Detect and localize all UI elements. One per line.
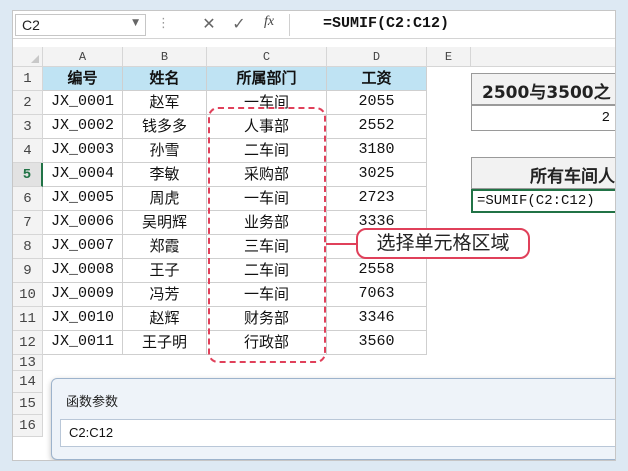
cell-id[interactable]: JX_0004: [43, 163, 123, 187]
cell-dept[interactable]: 行政部: [207, 331, 327, 355]
cell-dept[interactable]: 人事部: [207, 115, 327, 139]
cell-dept[interactable]: 三车间: [207, 235, 327, 259]
insert-function-icon[interactable]: fx: [258, 14, 280, 34]
row-header-16[interactable]: 16: [13, 415, 43, 437]
row-header-6[interactable]: 6: [13, 187, 43, 211]
range-input-value: C2:C12: [69, 425, 114, 440]
cell-name[interactable]: 赵辉: [123, 307, 207, 331]
header-cell-id[interactable]: 编号: [43, 67, 123, 91]
cell-id[interactable]: JX_0007: [43, 235, 123, 259]
dialog-title: 函数参数: [66, 395, 119, 410]
cell-salary[interactable]: 3346: [327, 307, 427, 331]
header-cell-salary[interactable]: 工资: [327, 67, 427, 91]
column-header-c[interactable]: C: [207, 47, 327, 67]
range-value-text: 2: [601, 110, 610, 126]
formula-input[interactable]: =SUMIF(C2:C12): [323, 14, 449, 34]
formula-divider: [289, 14, 290, 36]
cell-dept[interactable]: 业务部: [207, 211, 327, 235]
callout-label: 选择单元格区域: [356, 228, 530, 259]
cell-id[interactable]: JX_0002: [43, 115, 123, 139]
row-header-13[interactable]: 13: [13, 355, 43, 371]
formula-bar: C2 ▼ ⋮ ✕ ✓ fx =SUMIF(C2:C12): [13, 11, 615, 39]
column-header-a[interactable]: A: [43, 47, 123, 67]
cell-dept[interactable]: 二车间: [207, 259, 327, 283]
column-header-d[interactable]: D: [327, 47, 427, 67]
column-header-f[interactable]: [471, 47, 615, 67]
cell-salary[interactable]: 3560: [327, 331, 427, 355]
more-icon[interactable]: ⋮: [157, 16, 170, 31]
cell-dept[interactable]: 采购部: [207, 163, 327, 187]
range-label-text: 2500与3500之: [482, 83, 611, 103]
function-arguments-dialog: 函数参数 C2:C12: [51, 378, 615, 460]
row-header-8[interactable]: 8: [13, 235, 43, 259]
cell-name[interactable]: 周虎: [123, 187, 207, 211]
row-header-2[interactable]: 2: [13, 91, 43, 115]
cell-id[interactable]: JX_0010: [43, 307, 123, 331]
row-header-7[interactable]: 7: [13, 211, 43, 235]
row-header-3[interactable]: 3: [13, 115, 43, 139]
header-cell-dept[interactable]: 所属部门: [207, 67, 327, 91]
cell-name[interactable]: 王子: [123, 259, 207, 283]
row-header-11[interactable]: 11: [13, 307, 43, 331]
cell-salary[interactable]: 2055: [327, 91, 427, 115]
cell-id[interactable]: JX_0011: [43, 331, 123, 355]
cell-salary[interactable]: 3180: [327, 139, 427, 163]
cell-name[interactable]: 王子明: [123, 331, 207, 355]
row-header-14[interactable]: 14: [13, 371, 43, 393]
cell-id[interactable]: JX_0009: [43, 283, 123, 307]
range-value-cell[interactable]: 2: [471, 105, 615, 131]
row-header-1[interactable]: 1: [13, 67, 43, 91]
select-all-corner[interactable]: [13, 47, 43, 67]
cell-dept[interactable]: 二车间: [207, 139, 327, 163]
chevron-down-icon[interactable]: ▼: [132, 18, 139, 28]
row-header-9[interactable]: 9: [13, 259, 43, 283]
cell-salary[interactable]: 7063: [327, 283, 427, 307]
callout-connector: [326, 243, 356, 245]
cell-salary[interactable]: 2723: [327, 187, 427, 211]
row-header-5[interactable]: 5: [13, 163, 43, 187]
cell-id[interactable]: JX_0008: [43, 259, 123, 283]
row-header-12[interactable]: 12: [13, 331, 43, 355]
column-header-e[interactable]: E: [427, 47, 471, 67]
cell-salary[interactable]: 3025: [327, 163, 427, 187]
workshop-label-cell[interactable]: 所有车间人: [471, 157, 615, 189]
cell-name[interactable]: 郑霞: [123, 235, 207, 259]
cell-dept[interactable]: 一车间: [207, 187, 327, 211]
name-box[interactable]: C2 ▼: [15, 14, 146, 36]
active-formula-cell[interactable]: =SUMIF(C2:C12): [471, 189, 615, 213]
cell-salary[interactable]: 2552: [327, 115, 427, 139]
enter-icon[interactable]: ✓: [228, 14, 250, 34]
cell-id[interactable]: JX_0006: [43, 211, 123, 235]
column-header-b[interactable]: B: [123, 47, 207, 67]
active-formula-text: =SUMIF(C2:C12): [477, 193, 595, 209]
cell-name[interactable]: 李敏: [123, 163, 207, 187]
cell-name[interactable]: 吴明辉: [123, 211, 207, 235]
cell-salary[interactable]: 2558: [327, 259, 427, 283]
name-box-value: C2: [22, 17, 40, 33]
cell-id[interactable]: JX_0003: [43, 139, 123, 163]
range-label-cell[interactable]: 2500与3500之: [471, 73, 615, 105]
cell-name[interactable]: 孙雪: [123, 139, 207, 163]
row-header-10[interactable]: 10: [13, 283, 43, 307]
row-header-4[interactable]: 4: [13, 139, 43, 163]
cancel-icon[interactable]: ✕: [198, 14, 220, 34]
workshop-label-text: 所有车间人: [530, 167, 615, 187]
row-header-15[interactable]: 15: [13, 393, 43, 415]
cell-id[interactable]: JX_0001: [43, 91, 123, 115]
header-cell-name[interactable]: 姓名: [123, 67, 207, 91]
cell-id[interactable]: JX_0005: [43, 187, 123, 211]
cell-dept[interactable]: 一车间: [207, 91, 327, 115]
excel-window: C2 ▼ ⋮ ✕ ✓ fx =SUMIF(C2:C12) A B C D E 1…: [12, 10, 616, 461]
cell-name[interactable]: 赵军: [123, 91, 207, 115]
cell-name[interactable]: 钱多多: [123, 115, 207, 139]
cell-dept[interactable]: 一车间: [207, 283, 327, 307]
cell-name[interactable]: 冯芳: [123, 283, 207, 307]
range-input[interactable]: C2:C12: [60, 419, 615, 447]
cell-dept[interactable]: 财务部: [207, 307, 327, 331]
